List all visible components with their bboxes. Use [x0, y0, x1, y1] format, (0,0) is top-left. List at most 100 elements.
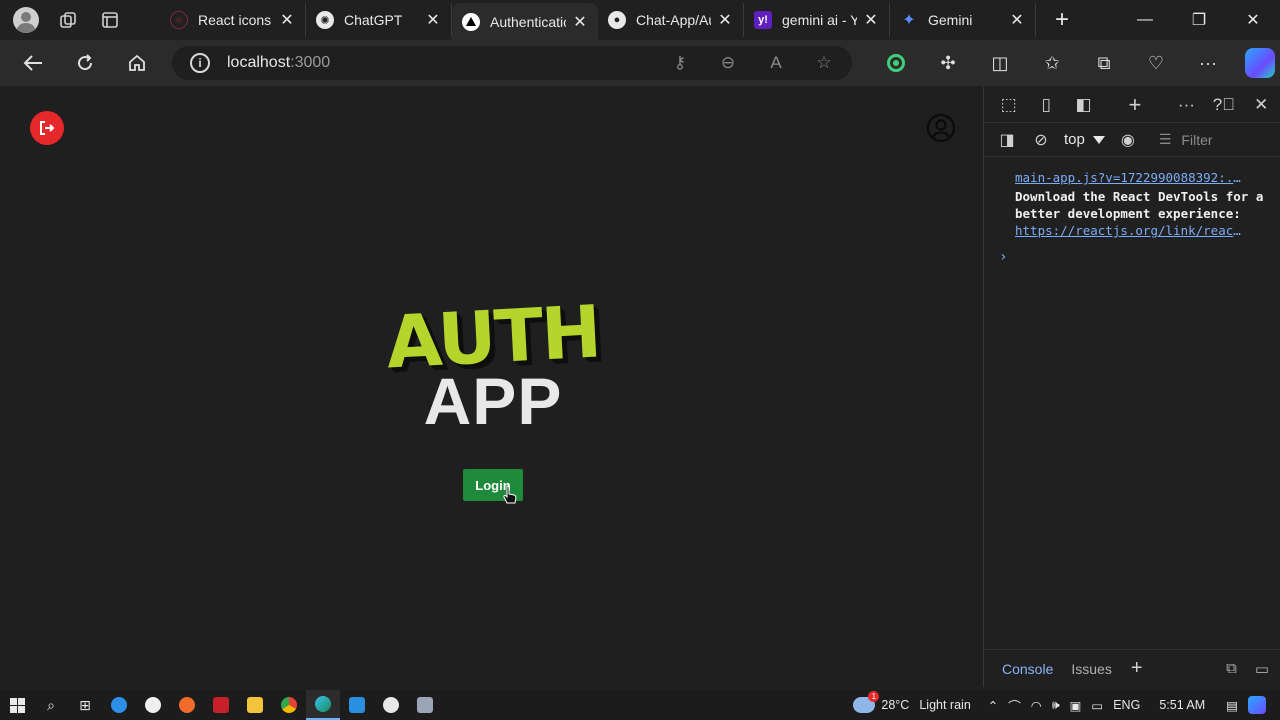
console-source-link[interactable]: main-app.js?v=1722990088392:...	[1015, 169, 1245, 186]
close-devtools-button[interactable]: ✕	[1243, 87, 1280, 123]
tab-bar-left-controls	[0, 0, 160, 40]
address-bar[interactable]: i localhost:3000 ⚷ ⊖ A ☆	[172, 46, 852, 80]
folder-icon	[247, 697, 263, 713]
taskbar-whatsapp[interactable]	[374, 690, 408, 720]
taskbar-app-2[interactable]	[136, 690, 170, 720]
site-info-icon[interactable]: i	[190, 53, 210, 73]
split-screen-button[interactable]: ◫	[974, 40, 1026, 86]
close-icon[interactable]: ✕	[279, 10, 295, 30]
tab-gemini[interactable]: ✦ Gemini ✕	[890, 3, 1036, 37]
collections-workspaces-button[interactable]	[52, 4, 84, 36]
taskbar-app-snip[interactable]	[408, 690, 442, 720]
taskbar-search-button[interactable]: ⌕	[34, 690, 68, 720]
address-bar-actions: ⚷ ⊖ A ☆	[668, 53, 836, 73]
refresh-icon	[78, 54, 93, 71]
favorites-button[interactable]: ✩	[1026, 40, 1078, 86]
device-icon: ▯	[1041, 94, 1051, 114]
taskbar-file-explorer[interactable]	[238, 690, 272, 720]
taskbar-app-1[interactable]	[102, 690, 136, 720]
taskbar-app-3[interactable]	[170, 690, 204, 720]
console-filter-bar: ◨ ⊘ top ◉ ☰ Filter	[984, 123, 1280, 157]
context-selector[interactable]: top	[1064, 131, 1105, 148]
tab-github[interactable]: ● Chat-App/Auth ✕	[598, 3, 744, 37]
start-button[interactable]	[0, 690, 34, 720]
extension-ring-icon	[887, 54, 905, 72]
home-button[interactable]	[111, 40, 163, 86]
extension-green-button[interactable]	[870, 40, 922, 86]
browser-essentials-button[interactable]: ♡	[1130, 40, 1182, 86]
devtools-menu-button[interactable]: ···	[1168, 87, 1205, 123]
tab-yahoo[interactable]: y! gemini ai - Yahoo ✕	[744, 3, 890, 37]
user-profile-icon[interactable]	[926, 113, 956, 143]
collections-button[interactable]: ⧉	[1078, 40, 1130, 86]
profile-button[interactable]	[10, 4, 42, 36]
dock-side-button[interactable]: ◧	[1065, 87, 1102, 123]
weather-condition[interactable]: Light rain	[919, 698, 970, 712]
key-icon[interactable]: ⚷	[668, 53, 692, 73]
temperature[interactable]: 28°C	[881, 698, 909, 712]
context-label: top	[1064, 131, 1085, 148]
close-window-button[interactable]: ✕	[1226, 0, 1280, 40]
logout-button[interactable]	[30, 111, 64, 145]
taskbar-chrome[interactable]	[272, 690, 306, 720]
close-icon[interactable]: ✕	[425, 10, 441, 30]
taskbar-edge[interactable]	[306, 690, 340, 720]
favorite-star-icon[interactable]: ☆	[812, 53, 836, 73]
devtools-help-button[interactable]: ?⃝	[1205, 87, 1242, 123]
tab-react-icons[interactable]: ⚛ React icons ✕	[160, 3, 306, 37]
zoom-out-icon[interactable]: ⊖	[716, 53, 740, 73]
collapse-drawer-icon[interactable]: ▭	[1255, 660, 1269, 678]
vertical-tabs-button[interactable]	[94, 4, 126, 36]
whatsapp-icon	[383, 697, 399, 713]
volume-icon[interactable]: 🕪	[1052, 698, 1060, 713]
taskbar-vscode[interactable]	[340, 690, 374, 720]
sidebar-toggle-button[interactable]: ◨	[990, 123, 1024, 157]
tab-authentication[interactable]: Authentication ✕	[452, 3, 598, 40]
tab-issues[interactable]: Issues	[1062, 650, 1120, 688]
console-filter-input[interactable]: ☰ Filter	[1159, 131, 1213, 148]
chevron-up-icon[interactable]: ⌃	[988, 698, 998, 713]
close-icon[interactable]: ✕	[572, 12, 588, 32]
gemini-icon: ✦	[902, 12, 916, 29]
clear-console-button[interactable]: ⊘	[1024, 123, 1058, 157]
console-prompt-chevron-icon[interactable]: ›	[999, 249, 1270, 266]
notification-icon[interactable]: ▤	[1226, 698, 1238, 713]
copilot-button[interactable]	[1234, 40, 1280, 86]
logout-icon	[40, 121, 55, 135]
refresh-button[interactable]	[59, 40, 111, 86]
more-tools-button[interactable]: +	[1116, 87, 1153, 123]
device-emulation-button[interactable]: ▯	[1027, 87, 1064, 123]
url-text[interactable]: localhost:3000	[227, 54, 330, 72]
tab-actions-icon	[102, 12, 118, 28]
arrow-left-icon	[23, 55, 42, 71]
dock-drawer-icon[interactable]: ⧉	[1226, 660, 1237, 678]
clock[interactable]: 5:51 AM	[1159, 698, 1205, 712]
dock-icon: ◧	[1075, 94, 1092, 114]
task-view-button[interactable]: ⊞	[68, 690, 102, 720]
weather-cloud-icon[interactable]	[853, 691, 880, 713]
console-devtools-link[interactable]: https://reactjs.org/link/react-devtools	[1015, 222, 1245, 239]
more-menu-button[interactable]: ···	[1182, 40, 1234, 86]
read-aloud-icon[interactable]: A	[764, 53, 788, 73]
wifi-icon[interactable]: ◠	[1031, 698, 1042, 713]
taskbar-app-4[interactable]	[204, 690, 238, 720]
tab-console[interactable]: Console	[993, 650, 1062, 688]
extensions-button[interactable]: ✣	[922, 40, 974, 86]
battery-icon[interactable]: ▭	[1091, 698, 1103, 713]
add-drawer-tab-button[interactable]: +	[1131, 657, 1143, 680]
minimize-button[interactable]: —	[1118, 0, 1172, 40]
close-icon[interactable]: ✕	[863, 10, 879, 30]
edge-icon	[315, 696, 331, 712]
close-icon[interactable]: ✕	[717, 10, 733, 30]
language-indicator[interactable]: ENG	[1113, 698, 1140, 712]
back-button[interactable]	[7, 40, 59, 86]
new-tab-button[interactable]: +	[1044, 2, 1080, 38]
tab-chatgpt[interactable]: ✺ ChatGPT ✕	[306, 3, 452, 37]
camera-icon[interactable]: ▣	[1070, 698, 1082, 713]
close-icon[interactable]: ✕	[1009, 10, 1025, 30]
inspect-element-button[interactable]: ⬚	[990, 87, 1027, 123]
live-expression-button[interactable]: ◉	[1111, 123, 1145, 157]
restore-button[interactable]: ❐	[1172, 0, 1226, 40]
copilot-tray-icon[interactable]	[1248, 696, 1266, 714]
network-icon[interactable]: ⌒	[1008, 696, 1021, 715]
